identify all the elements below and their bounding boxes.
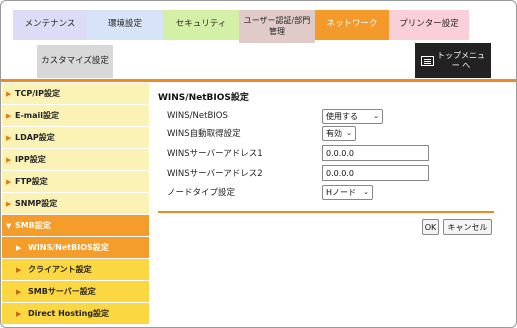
tab-network[interactable]: ネットワーク bbox=[315, 10, 389, 40]
sidebar: ▶ TCP/IP設定 ▶ E-mail設定 ▶ LDAP設定 ▶ IPP設定 ▶ FTP設… bbox=[2, 83, 149, 327]
auto-acquire-select-value: 有効 bbox=[326, 128, 342, 138]
node-type-select-value: Hノード bbox=[326, 187, 357, 197]
sidebar-item-smb[interactable]: ▼ SMB設定 bbox=[2, 215, 149, 237]
triangle-down-icon: ▼ bbox=[6, 221, 12, 230]
tab-security-label: セキュリティ bbox=[175, 19, 227, 30]
tab-maintenance[interactable]: メンテナンス bbox=[13, 10, 87, 40]
chevron-down-icon: ⌄ bbox=[373, 112, 379, 120]
wins-server1-input[interactable] bbox=[322, 145, 429, 161]
sidebar-item-tcpip[interactable]: ▶ TCP/IP設定 bbox=[2, 83, 149, 105]
form-row-node-type: ノードタイプ設定 Hノード ⌄ bbox=[167, 184, 437, 200]
triangle-right-icon: ▶ bbox=[6, 155, 12, 164]
triangle-right-icon: ▶ bbox=[16, 265, 22, 274]
sidebar-item-ipp[interactable]: ▶ IPP設定 bbox=[2, 149, 149, 171]
triangle-right-icon: ▶ bbox=[6, 89, 12, 98]
sidebar-subitem-smb-server[interactable]: ▶ SMBサーバー設定 bbox=[2, 281, 149, 303]
triangle-right-icon: ▶ bbox=[6, 111, 12, 120]
netbios-select[interactable]: 使用する ⌄ bbox=[322, 108, 383, 124]
cancel-button[interactable]: キャンセル bbox=[443, 219, 492, 235]
sidebar-subitem-label: Direct Hosting設定 bbox=[28, 309, 110, 318]
triangle-right-icon: ▶ bbox=[6, 133, 12, 142]
form-divider bbox=[158, 211, 494, 213]
sidebar-item-label: SMB設定 bbox=[15, 221, 51, 230]
sidebar-item-ldap[interactable]: ▶ LDAP設定 bbox=[2, 127, 149, 149]
tab-network-label: ネットワーク bbox=[326, 19, 378, 30]
sidebar-item-label: IPP設定 bbox=[15, 155, 46, 164]
tab-user-auth-label-line1: ユーザー認証/部門 bbox=[243, 16, 311, 26]
node-type-label: ノードタイプ設定 bbox=[167, 188, 236, 198]
app-window: メンテナンス 環境設定 セキュリティ ユーザー認証/部門 管理 ネットワーク プ… bbox=[0, 0, 517, 328]
top-menu-button[interactable]: トップメニュ ー へ bbox=[415, 43, 491, 78]
sidebar-item-snmp[interactable]: ▶ SNMP設定 bbox=[2, 193, 149, 215]
menu-list-icon bbox=[421, 55, 434, 66]
sidebar-item-label: SNMP設定 bbox=[15, 199, 58, 208]
tab-user-auth[interactable]: ユーザー認証/部門 管理 bbox=[239, 10, 315, 43]
wins-server2-label: WINSサーバーアドレス2 bbox=[167, 169, 263, 179]
tab-user-auth-label-line2: 管理 bbox=[268, 26, 285, 36]
sidebar-subitem-wins-netbios[interactable]: ▶ WINS/NetBIOS設定 bbox=[2, 237, 149, 259]
chevron-down-icon: ⌄ bbox=[363, 188, 369, 196]
ok-button[interactable]: OK bbox=[422, 219, 439, 235]
header-divider bbox=[1, 79, 516, 82]
chevron-down-icon: ⌄ bbox=[346, 129, 352, 137]
triangle-right-icon: ▶ bbox=[16, 243, 22, 252]
form-row-auto-acquire: WINS自動取得設定 有効 ⌄ bbox=[167, 125, 437, 141]
sidebar-subitem-direct-hosting[interactable]: ▶ Direct Hosting設定 bbox=[2, 303, 149, 325]
triangle-right-icon: ▶ bbox=[6, 199, 12, 208]
tab-maintenance-label: メンテナンス bbox=[24, 19, 76, 30]
tab-customize-label: カスタマイズ設定 bbox=[41, 55, 109, 66]
sidebar-item-label: LDAP設定 bbox=[15, 133, 55, 142]
sidebar-subitem-label: WINS/NetBIOS設定 bbox=[28, 243, 109, 252]
form-row-wins-server1: WINSサーバーアドレス1 bbox=[167, 145, 437, 161]
page-title: WINS/NetBIOS設定 bbox=[158, 93, 249, 103]
netbios-label: WINS/NetBIOS bbox=[167, 111, 228, 121]
form-row-netbios: WINS/NetBIOS 使用する ⌄ bbox=[167, 108, 437, 124]
sidebar-subitem-label: クライアント設定 bbox=[28, 265, 92, 274]
top-menu-label-line1: トップメニュ bbox=[437, 50, 485, 60]
triangle-right-icon: ▶ bbox=[16, 309, 22, 318]
tab-environment[interactable]: 環境設定 bbox=[87, 10, 163, 40]
sidebar-item-label: FTP設定 bbox=[15, 177, 48, 186]
tab-printer-label: プリンター設定 bbox=[399, 19, 459, 30]
wins-server2-input[interactable] bbox=[322, 165, 429, 181]
tab-environment-label: 環境設定 bbox=[107, 19, 142, 30]
top-menu-label-line2: ー へ bbox=[451, 60, 471, 70]
tab-printer[interactable]: プリンター設定 bbox=[389, 10, 469, 40]
netbios-select-value: 使用する bbox=[326, 111, 358, 121]
auto-acquire-select[interactable]: 有効 ⌄ bbox=[322, 125, 356, 141]
tab-security[interactable]: セキュリティ bbox=[163, 10, 239, 40]
sidebar-item-email[interactable]: ▶ E-mail設定 bbox=[2, 105, 149, 127]
form-row-wins-server2: WINSサーバーアドレス2 bbox=[167, 165, 437, 181]
auto-acquire-label: WINS自動取得設定 bbox=[167, 129, 241, 139]
sidebar-subitem-client[interactable]: ▶ クライアント設定 bbox=[2, 259, 149, 281]
triangle-right-icon: ▶ bbox=[16, 287, 22, 296]
node-type-select[interactable]: Hノード ⌄ bbox=[322, 184, 373, 200]
sidebar-subitem-label: SMBサーバー設定 bbox=[28, 287, 96, 296]
sidebar-item-label: E-mail設定 bbox=[15, 111, 60, 120]
wins-server1-label: WINSサーバーアドレス1 bbox=[167, 149, 263, 159]
tab-customize[interactable]: カスタマイズ設定 bbox=[37, 45, 113, 78]
triangle-right-icon: ▶ bbox=[6, 177, 12, 186]
sidebar-item-label: TCP/IP設定 bbox=[15, 89, 60, 98]
sidebar-item-ftp[interactable]: ▶ FTP設定 bbox=[2, 171, 149, 193]
